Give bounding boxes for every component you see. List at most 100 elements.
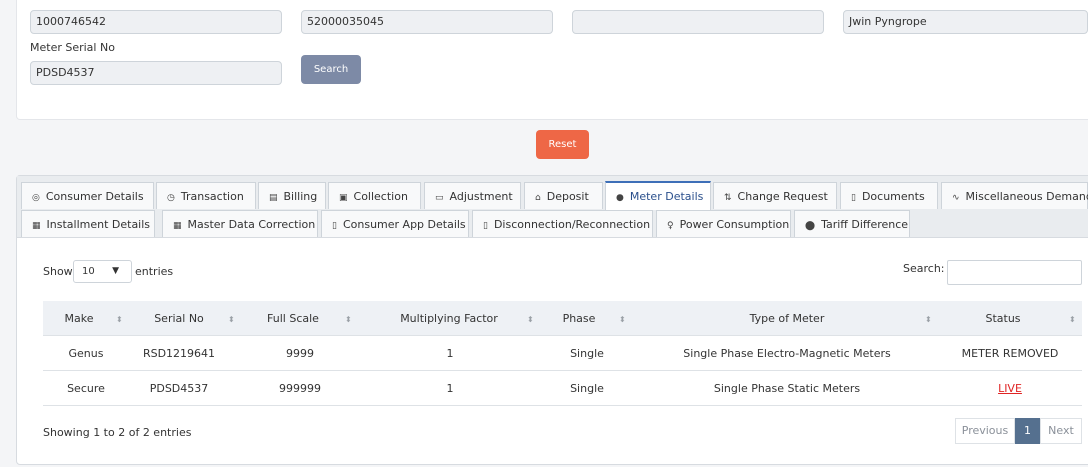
cell-phase: Single <box>570 347 604 360</box>
document-icon: ▯ <box>851 193 856 203</box>
bank-icon: ⌂ <box>535 193 541 203</box>
sort-icon[interactable]: ⬍ <box>345 301 352 338</box>
page-1-button[interactable]: 1 <box>1015 418 1040 444</box>
cell-type-of-meter: Single Phase Electro-Magnetic Meters <box>683 347 891 360</box>
plug-icon: ▯ <box>483 221 488 231</box>
cell-multiplying-factor: 1 <box>446 382 454 395</box>
consumer-icon: ◎ <box>32 193 40 203</box>
cell-status: METER REMOVED <box>961 347 1059 360</box>
tab-consumer-app-details[interactable]: ▯ Consumer App Details <box>321 210 469 237</box>
tab-miscellaneous-demand[interactable]: ∿ Miscellaneous Demand <box>941 182 1088 209</box>
change-icon: ⇅ <box>724 193 732 203</box>
meter-icon: ● <box>616 193 624 203</box>
tab-label: Transaction <box>180 190 244 203</box>
tab-deposit[interactable]: ⌂ Deposit <box>524 182 603 209</box>
cell-make: Genus <box>68 347 104 360</box>
column-status[interactable]: Status <box>943 301 1063 336</box>
sort-icon[interactable]: ⬍ <box>116 301 123 338</box>
column-type-of-meter[interactable]: Type of Meter <box>643 301 931 336</box>
tab-tariff-difference[interactable]: ⬤ Tariff Difference <box>794 210 910 237</box>
sort-icon[interactable]: ⬍ <box>228 301 235 338</box>
tab-label: Tariff Difference <box>821 218 909 231</box>
tab-installment-details[interactable]: ▦ Installment Details <box>21 210 155 237</box>
column-phase[interactable]: Phase <box>543 301 615 336</box>
sort-icon[interactable]: ⬍ <box>619 301 626 338</box>
entries-label: entries <box>135 265 174 278</box>
collection-icon: ▣ <box>339 193 348 203</box>
tab-master-data-correction[interactable]: ▦ Master Data Correction <box>162 210 318 237</box>
tab-documents[interactable]: ▯ Documents <box>840 182 938 209</box>
chevron-down-icon: ▼ <box>112 266 119 276</box>
cell-serial-no: RSD1219641 <box>142 347 216 360</box>
cell-multiplying-factor: 1 <box>446 347 454 360</box>
tab-label: Deposit <box>546 190 589 203</box>
table-header: Make ⬍ Serial No ⬍ Full Scale ⬍ Multiply… <box>43 301 1082 336</box>
tab-disconnection-reconnection[interactable]: ▯ Disconnection/Reconnection <box>472 210 653 237</box>
account-no-field[interactable]: 52000035045 <box>301 10 553 34</box>
sort-icon[interactable]: ⬍ <box>527 301 534 338</box>
meter-serial-value: PDSD4537 <box>36 66 95 79</box>
meter-serial-label: Meter Serial No <box>30 41 115 54</box>
tab-consumer-details[interactable]: ◎ Consumer Details <box>21 182 154 209</box>
tab-label: Installment Details <box>46 218 151 231</box>
tab-label: Meter Details <box>629 190 704 203</box>
tab-label: Consumer App Details <box>342 218 466 231</box>
tab-label: Consumer Details <box>45 190 144 203</box>
consumer-no-value: 1000746542 <box>36 15 106 28</box>
tab-label: Miscellaneous Demand <box>965 190 1088 203</box>
tab-label: Master Data Correction <box>187 218 316 231</box>
tab-collection[interactable]: ▣ Collection <box>328 182 421 209</box>
sort-icon[interactable]: ⬍ <box>925 301 932 338</box>
show-label: Show <box>43 265 73 278</box>
reset-button[interactable]: Reset <box>536 130 589 159</box>
column-serial-no[interactable]: Serial No <box>135 301 223 336</box>
cell-full-scale: 9999 <box>286 347 314 360</box>
tab-label: Change Request <box>737 190 828 203</box>
entries-select[interactable]: 10 ▼ <box>73 260 132 283</box>
tab-label: Billing <box>283 190 318 203</box>
search-button[interactable]: Search <box>301 55 361 84</box>
entries-value: 10 <box>82 266 95 277</box>
cell-full-scale: 999999 <box>279 382 321 395</box>
billing-icon: ▤ <box>269 193 278 203</box>
consumer-name-field[interactable]: Jwin Pyngrope <box>843 10 1088 34</box>
previous-button[interactable]: Previous <box>955 418 1015 444</box>
cell-type-of-meter: Single Phase Static Meters <box>713 382 861 395</box>
tab-power-consumption[interactable]: ♀ Power Consumption <box>656 210 791 237</box>
cell-make: Secure <box>67 382 105 395</box>
tab-change-request[interactable]: ⇅ Change Request <box>713 182 837 209</box>
master-data-icon: ▦ <box>173 221 182 231</box>
column-make[interactable]: Make <box>43 301 115 336</box>
tab-transaction[interactable]: ◷ Transaction <box>156 182 256 209</box>
tab-label: Disconnection/Reconnection <box>493 218 651 231</box>
consumer-no-field[interactable]: 1000746542 <box>30 10 282 34</box>
adjustment-icon: ▭ <box>435 193 444 203</box>
tab-label: Power Consumption <box>679 218 790 231</box>
mobile-icon: ▯ <box>332 221 337 231</box>
table-row: Genus RSD1219641 9999 1 Single Single Ph… <box>43 336 1082 371</box>
table-info: Showing 1 to 2 of 2 entries <box>43 426 192 439</box>
tab-meter-details[interactable]: ● Meter Details <box>605 181 711 210</box>
tab-billing[interactable]: ▤ Billing <box>258 182 326 209</box>
table-search-input[interactable] <box>947 260 1082 285</box>
cell-serial-no: PDSD4537 <box>149 382 209 395</box>
bulb-icon: ♀ <box>667 221 674 231</box>
meter-serial-field[interactable]: PDSD4537 <box>30 61 282 85</box>
tab-label: Documents <box>861 190 925 203</box>
column-multiplying-factor[interactable]: Multiplying Factor <box>365 301 533 336</box>
cell-phase: Single <box>570 382 604 395</box>
consumer-name-value: Jwin Pyngrope <box>849 15 927 28</box>
pulse-icon: ∿ <box>952 193 960 203</box>
status-live-link[interactable]: LIVE <box>998 382 1022 395</box>
account-no-value: 52000035045 <box>307 15 384 28</box>
tab-label: Collection <box>353 190 408 203</box>
tab-adjustment[interactable]: ▭ Adjustment <box>424 182 521 209</box>
sort-icon[interactable]: ⬍ <box>1069 301 1076 338</box>
next-button[interactable]: Next <box>1040 418 1082 444</box>
search-label: Search: <box>903 262 945 275</box>
tab-label: Adjustment <box>449 190 513 203</box>
empty-field[interactable] <box>572 10 824 34</box>
column-full-scale[interactable]: Full Scale <box>249 301 337 336</box>
installment-icon: ▦ <box>32 221 41 231</box>
circle-icon: ⬤ <box>805 221 816 231</box>
